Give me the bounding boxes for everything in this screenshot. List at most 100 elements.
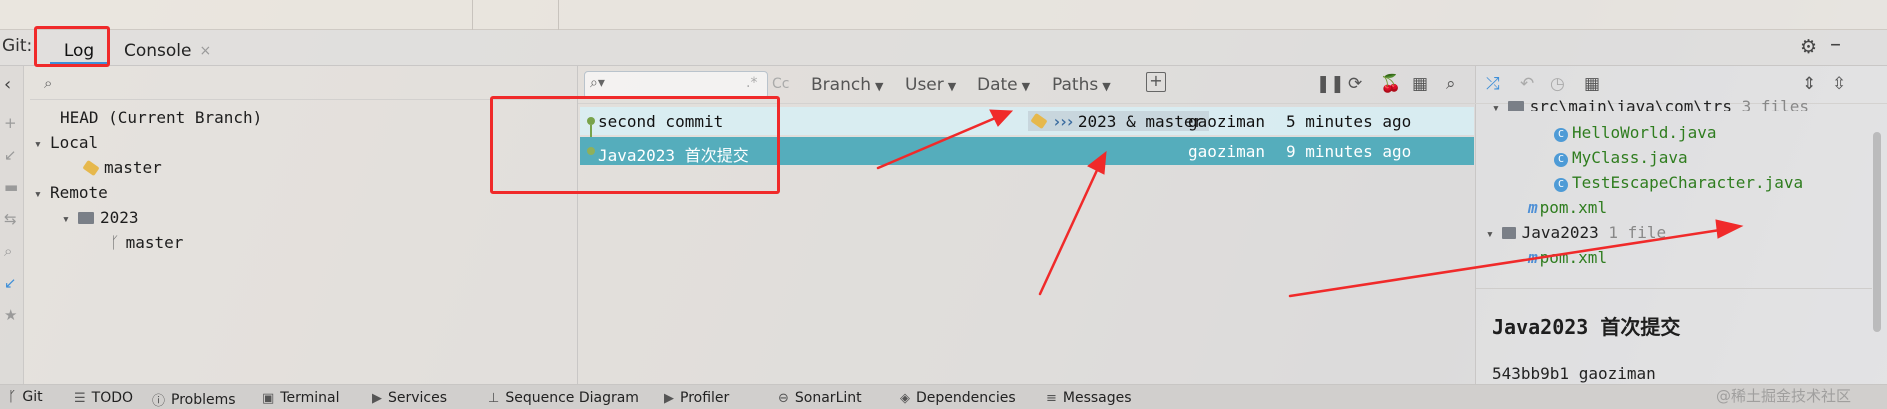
search-icon: ⌕▾ (590, 75, 605, 91)
services-icon: ▶ (372, 390, 382, 406)
divider (558, 0, 559, 30)
fetch-icon[interactable]: ↙ (4, 274, 17, 292)
commit-author: gaoziman (1188, 142, 1266, 161)
tool-window-header (0, 30, 1887, 66)
merge-icon[interactable]: ⇆ (4, 210, 17, 228)
left-toolbar: ‹ + ↙ ▬ ⇆ ⌕ ↙ ★ (0, 66, 24, 384)
regex-icon[interactable]: .* (746, 75, 757, 91)
scrollbar[interactable] (1873, 132, 1881, 332)
branch-icon: ᚴ (8, 389, 17, 405)
expand-all-icon[interactable]: ⇕ (1802, 74, 1816, 94)
chevron-down-icon: ▼ (947, 80, 957, 93)
statusbar-messages[interactable]: ≡ Messages (1046, 390, 1132, 406)
chevron-down-icon[interactable]: ▾ (62, 212, 78, 227)
remote-group-label: 2023 (100, 208, 139, 227)
statusbar-sonarlint[interactable]: ⊖ SonarLint (778, 390, 862, 406)
branch-search-field[interactable] (30, 70, 570, 100)
ref-names: 2023 & master (1077, 111, 1204, 131)
filter-user[interactable]: User ▼ (905, 75, 956, 95)
match-case-icon[interactable]: Cc (772, 76, 789, 92)
java-class-icon: C (1554, 128, 1568, 142)
statusbar-problems[interactable]: ⓘ Problems (152, 390, 236, 409)
chevron-down-icon: ▼ (1102, 80, 1111, 93)
statusbar-label: Profiler (680, 390, 730, 406)
ref-label: ››› 2023 & master (1028, 111, 1210, 131)
new-tab-icon[interactable]: + (1146, 72, 1166, 92)
revert-icon[interactable]: ↶ (1520, 74, 1534, 94)
statusbar-terminal[interactable]: ▣ Terminal (262, 390, 339, 406)
filter-date[interactable]: Date ▼ (977, 75, 1030, 95)
path-label: src\main\java\com\trs (1529, 97, 1732, 111)
delete-icon[interactable]: ▬ (4, 178, 18, 196)
filter-paths[interactable]: Paths ▼ (1052, 75, 1111, 95)
file-name: MyClass.java (1572, 148, 1688, 167)
group-by-icon[interactable]: ▦ (1584, 74, 1600, 94)
changed-file[interactable]: m pom.xml (1528, 248, 1607, 267)
branch-icon: ᚴ (110, 233, 120, 252)
log-search-input[interactable] (584, 71, 768, 99)
statusbar-sequence-diagram[interactable]: ⊥ Sequence Diagram (488, 390, 639, 406)
remote-group-2023[interactable]: ▾ 2023 (62, 208, 139, 227)
cherry-pick-icon[interactable]: 🍒 (1380, 74, 1401, 94)
statusbar-profiler[interactable]: ▶ Profiler (664, 390, 729, 406)
tab-console-label: Console (124, 41, 192, 61)
chevron-down-icon[interactable]: ▾ (34, 137, 50, 152)
history-icon[interactable]: ◷ (1550, 74, 1565, 94)
file-count: 3 files (1741, 97, 1810, 111)
statusbar-todo[interactable]: ☰ TODO (74, 390, 133, 406)
local-branch-master[interactable]: master (82, 158, 162, 177)
remote-node[interactable]: ▾ Remote (34, 183, 108, 202)
head-branch-node[interactable]: HEAD (Current Branch) (60, 108, 262, 127)
search-icon[interactable]: ⌕ (1446, 74, 1456, 94)
changed-file[interactable]: m pom.xml (1528, 198, 1607, 217)
gear-icon[interactable]: ⚙ (1800, 36, 1817, 58)
changed-file[interactable]: C MyClass.java (1554, 148, 1688, 167)
commit-author: gaoziman (1188, 112, 1266, 131)
status-bar: ᚴ Git ☰ TODO ⓘ Problems ▣ Terminal ▶ Services… (0, 384, 1887, 409)
star-icon[interactable]: ★ (4, 306, 17, 324)
top-strip (0, 0, 1887, 30)
remote-branch-master[interactable]: ᚴ master (110, 233, 183, 252)
refresh-icon[interactable]: ⟳ (1348, 74, 1362, 94)
changed-file[interactable]: C TestEscapeCharacter.java (1554, 173, 1803, 192)
changed-file[interactable]: C HelloWorld.java (1554, 123, 1717, 142)
messages-icon: ≡ (1046, 390, 1057, 406)
divider (1476, 288, 1872, 289)
statusbar-label: Sequence Diagram (505, 390, 639, 406)
maven-icon: m (1528, 198, 1538, 217)
chevron-left-icon[interactable]: ‹ (4, 74, 11, 95)
close-icon[interactable]: × (200, 43, 212, 59)
branch-label: master (125, 233, 184, 252)
sonarlint-icon: ⊖ (778, 390, 789, 406)
tool-window-label: Git: (2, 36, 33, 56)
checkout-icon[interactable]: ↙ (4, 146, 17, 164)
local-node[interactable]: ▾ Local (34, 133, 98, 152)
statusbar-label: Problems (171, 391, 236, 408)
filter-branch[interactable]: Branch ▼ (811, 75, 883, 95)
statusbar-label: Dependencies (916, 390, 1016, 406)
pause-icon[interactable]: ❚❚ (1316, 74, 1345, 94)
statusbar-dependencies[interactable]: ◈ Dependencies (900, 390, 1016, 406)
tab-console[interactable]: Console × (124, 37, 211, 65)
statusbar-label: TODO (91, 390, 134, 406)
remote-label: Remote (50, 183, 108, 202)
statusbar-label: Terminal (280, 390, 340, 406)
statusbar-label: SonarLint (794, 390, 862, 406)
watermark: @稀土掘金技术社区 (1716, 387, 1852, 405)
commit-date: 9 minutes ago (1286, 142, 1412, 161)
minimize-icon[interactable]: – (1830, 32, 1841, 57)
commit-date: 5 minutes ago (1286, 112, 1412, 131)
search-icon: ⌕ (44, 74, 53, 92)
tree-path-node[interactable]: ▾ src\main\java\com\trs 3 files (1492, 97, 1809, 111)
compare-icon[interactable]: ⤮ (1486, 74, 1500, 94)
collapse-all-icon[interactable]: ⇳ (1832, 74, 1846, 94)
remote-arrows-icon: ››› (1052, 111, 1075, 131)
add-icon[interactable]: + (4, 114, 17, 132)
grid-options-icon[interactable]: ▦ (1412, 74, 1428, 94)
annotation-box (490, 96, 780, 194)
search-icon[interactable]: ⌕ (4, 242, 12, 260)
module-node[interactable]: ▾ Java2023 1 file (1486, 223, 1666, 242)
statusbar-services[interactable]: ▶ Services (372, 390, 447, 406)
filter-label: User (905, 75, 944, 95)
chevron-down-icon[interactable]: ▾ (34, 187, 50, 202)
